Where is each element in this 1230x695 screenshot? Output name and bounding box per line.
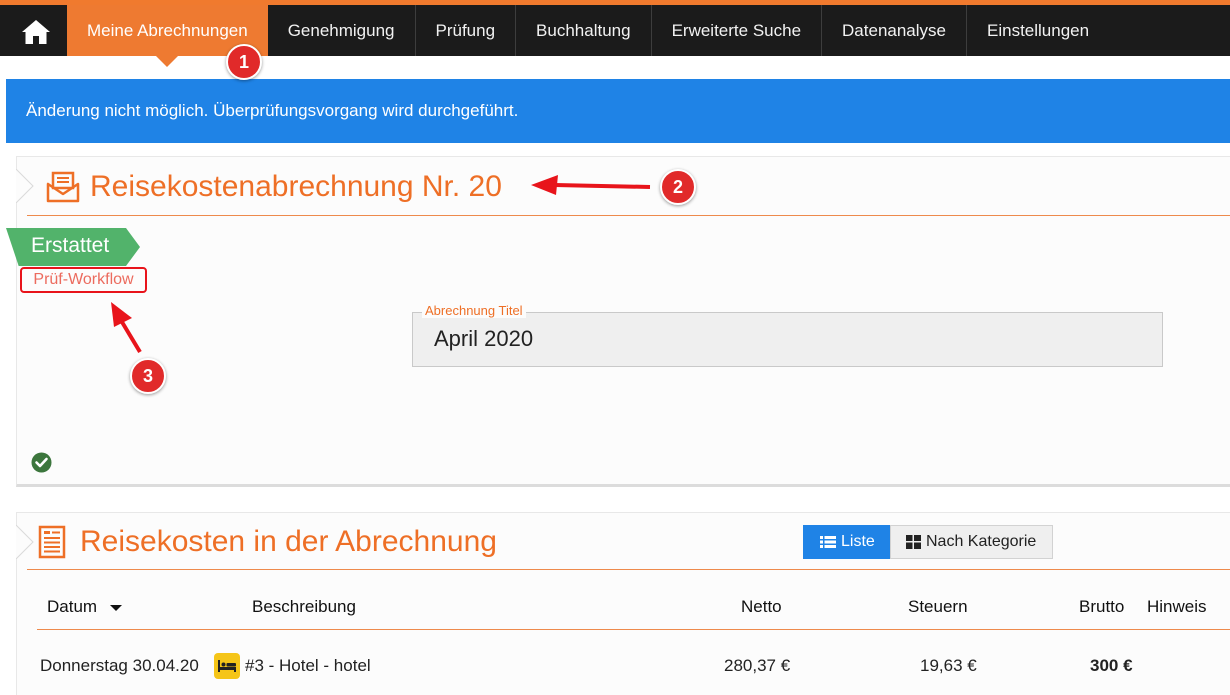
column-header-steuern: Steuern [908, 597, 968, 616]
column-header-hinweis: Hinweis [1147, 597, 1207, 616]
top-navigation-bar: Meine Abrechnungen Genehmigung Prüfung B… [0, 0, 1230, 67]
nav-einstellungen[interactable]: Einstellungen [967, 5, 1109, 56]
alert-text: Änderung nicht möglich. Überprüfungsvorg… [26, 101, 519, 120]
view-list-label: Liste [841, 533, 875, 550]
row-gross: 300 € [1090, 656, 1133, 675]
row-date: Donnerstag 30.04.20 [40, 656, 199, 675]
view-category-label: Nach Kategorie [926, 533, 1037, 550]
view-category-button[interactable]: Nach Kategorie [890, 525, 1053, 559]
column-header-beschreibung: Beschreibung [252, 597, 356, 616]
document-list-icon [38, 525, 66, 559]
row-tax: 19,63 € [920, 656, 977, 675]
column-header-brutto: Brutto [1079, 597, 1125, 616]
workflow-link-label: Prüf-Workflow [33, 271, 134, 288]
column-header-datum[interactable]: Datum [47, 597, 122, 617]
nav-genehmigung[interactable]: Genehmigung [268, 5, 416, 56]
list-icon [820, 536, 836, 548]
status-badge: Erstattet [31, 234, 110, 257]
panel-notch [16, 169, 34, 203]
panel-notch [16, 525, 34, 559]
report-title: Reisekostenabrechnung Nr. 20 [90, 170, 502, 203]
report-heading: Reisekostenabrechnung Nr. 20 [46, 170, 502, 204]
check-circle-icon [31, 452, 52, 473]
annotation-badge-2: 2 [660, 169, 696, 205]
nav-buchhaltung[interactable]: Buchhaltung [516, 5, 652, 56]
annotation-badge-1: 1 [226, 44, 262, 80]
home-button[interactable] [8, 9, 64, 55]
row-description[interactable]: #3 - Hotel - hotel [245, 656, 371, 676]
pruef-workflow-link[interactable]: Prüf-Workflow [20, 267, 147, 293]
home-icon [22, 20, 50, 44]
sort-descending-icon [109, 604, 122, 611]
bed-icon [214, 653, 240, 679]
expenses-heading: Reisekosten in der Abrechnung [38, 525, 497, 559]
expenses-title: Reisekosten in der Abrechnung [80, 525, 497, 558]
column-header-netto: Netto [741, 597, 782, 616]
report-title-field-value: April 2020 [434, 326, 534, 351]
envelope-document-icon [46, 171, 80, 203]
view-list-button[interactable]: Liste [803, 525, 890, 559]
annotation-badge-3: 3 [130, 358, 166, 394]
table-header-divider [37, 629, 1230, 630]
nav-erweiterte-suche[interactable]: Erweiterte Suche [652, 5, 823, 56]
title-divider [27, 215, 1230, 216]
info-alert: Änderung nicht möglich. Überprüfungsvorg… [6, 79, 1230, 143]
row-net: 280,37 € [724, 656, 791, 675]
column-header-label: Datum [47, 597, 98, 616]
grid-icon [906, 535, 921, 549]
title-divider [27, 569, 1230, 570]
nav-pruefung[interactable]: Prüfung [416, 5, 517, 56]
nav-datenanalyse[interactable]: Datenanalyse [822, 5, 967, 56]
main-menu: Meine Abrechnungen Genehmigung Prüfung B… [67, 5, 1109, 67]
report-title-field-label: Abrechnung Titel [422, 303, 526, 318]
